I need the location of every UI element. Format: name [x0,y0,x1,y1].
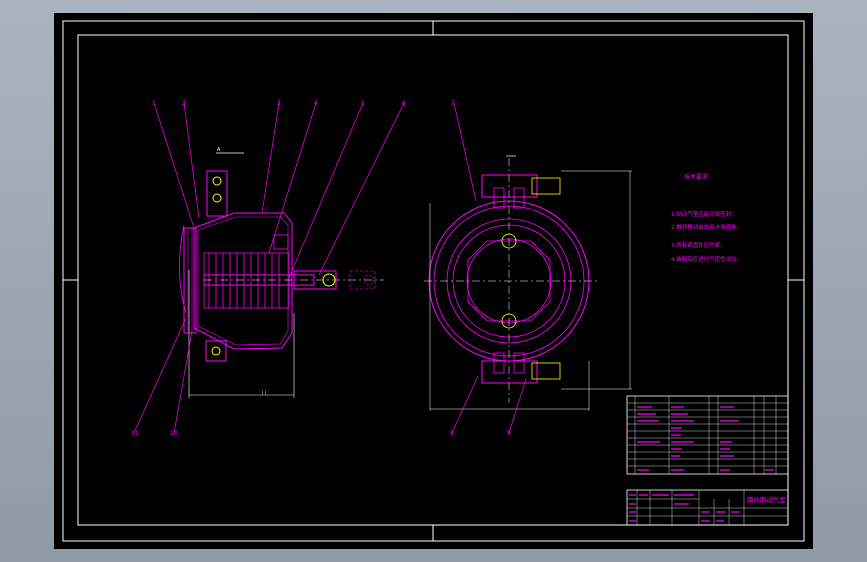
drawing-name: 膜片制动气室 [747,495,787,504]
balloon: 3 [277,100,281,107]
balloon: 10 [170,430,178,437]
tech-requirement: 3.所有紧固件应拧紧。 [671,241,726,249]
balloon: 4 [314,100,318,107]
tech-requirement: 1.制动气室应能可靠密封。 [671,210,737,218]
tech-requirement: 2.推杆移动自如无卡滞现象。 [671,223,742,231]
leader-lines-left [133,102,405,434]
balloon: 7 [451,100,455,107]
tech-requirements-title: 技术要求 [684,173,708,181]
outer-border [62,20,805,542]
cad-drawing: | | A 1 2 3 4 5 6 7 8 9 10 11 技术要求 1.制动气… [62,20,805,542]
balloon: 6 [402,100,406,107]
title-block: 膜片制动气室 [626,489,789,526]
svg-text:| |: | | [262,390,266,395]
section-view: | | A [179,147,384,398]
balloon: 1 [152,100,156,107]
svg-text:A: A [217,147,221,153]
parts-list-table [626,395,789,475]
front-view [424,155,632,411]
balloon: 11 [131,430,139,437]
drawing-canvas: | | A 1 2 3 4 5 6 7 8 9 10 11 技术要求 1.制动气… [54,13,813,549]
balloon: 5 [361,100,365,107]
balloon: 2 [182,100,186,107]
technical-requirements: 技术要求 1.制动气室应能可靠密封。 2.推杆移动自如无卡滞现象。 3.所有紧固… [671,173,742,263]
tech-requirement: 4.装配后应进行气密性试验。 [671,255,742,263]
balloon: 9 [507,430,511,437]
balloon: 8 [450,430,454,437]
